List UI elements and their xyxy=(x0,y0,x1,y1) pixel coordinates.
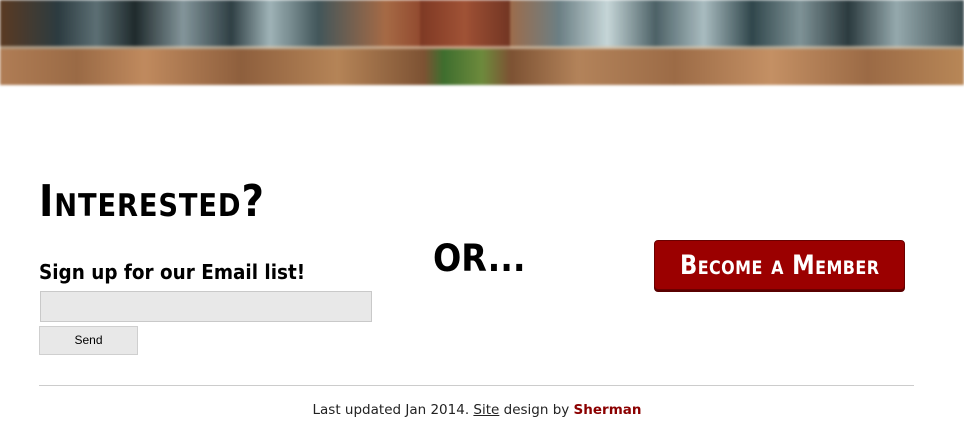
or-separator: OR... xyxy=(433,237,526,280)
footer-updated-text: Last updated Jan 2014. xyxy=(312,402,474,418)
become-member-button[interactable]: Become a Member xyxy=(654,240,905,290)
email-input[interactable] xyxy=(40,291,372,322)
email-signup-label: Sign up for our Email list! xyxy=(39,260,306,284)
footer-design-text: design by xyxy=(499,402,574,418)
header-banner-image xyxy=(0,0,964,85)
become-member-label: Become a Member xyxy=(679,249,880,281)
send-button[interactable]: Send xyxy=(39,326,138,355)
banner-wood-panel xyxy=(0,49,964,85)
footer-divider xyxy=(39,385,914,386)
site-link[interactable]: Site xyxy=(473,402,499,418)
footer: Last updated Jan 2014. Site design by Sh… xyxy=(0,402,954,418)
banner-pillar xyxy=(420,0,510,50)
interested-heading: Interested? xyxy=(39,176,265,227)
author-link[interactable]: Sherman xyxy=(574,402,642,418)
